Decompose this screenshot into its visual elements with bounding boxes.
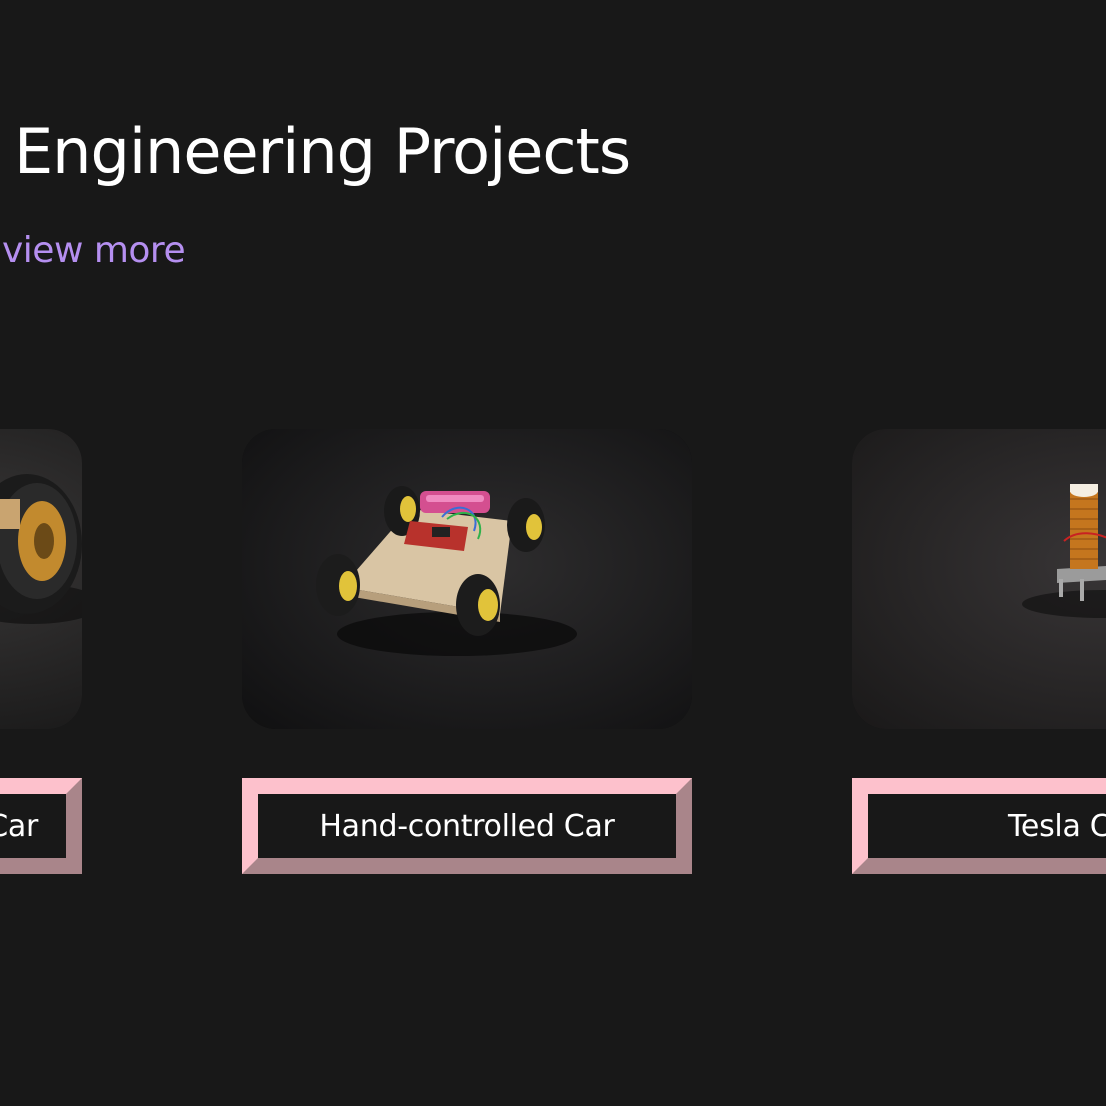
project-card: Tesla C: [852, 429, 1106, 874]
projects-page: Engineering Projects view more ar Hand-c…: [0, 0, 1106, 1106]
project-image-hand-controlled-car[interactable]: [242, 429, 692, 729]
view-more-link[interactable]: view more: [2, 226, 186, 276]
project-card: Hand-controlled Car: [242, 429, 692, 874]
project-button-label: Hand-controlled Car: [319, 808, 615, 844]
project-button-label: Tesla C: [1008, 808, 1106, 844]
project-button-label: Car: [0, 808, 38, 844]
project-button-car[interactable]: Car: [0, 778, 82, 874]
project-button-tesla-coil[interactable]: Tesla C: [852, 778, 1106, 874]
project-button-hand-controlled-car[interactable]: Hand-controlled Car: [242, 778, 692, 874]
project-card: Car: [0, 429, 82, 874]
project-image-tesla-coil[interactable]: [852, 429, 1106, 729]
section-title: Engineering Projects: [14, 115, 631, 188]
project-image-car-wheel[interactable]: [0, 429, 82, 729]
